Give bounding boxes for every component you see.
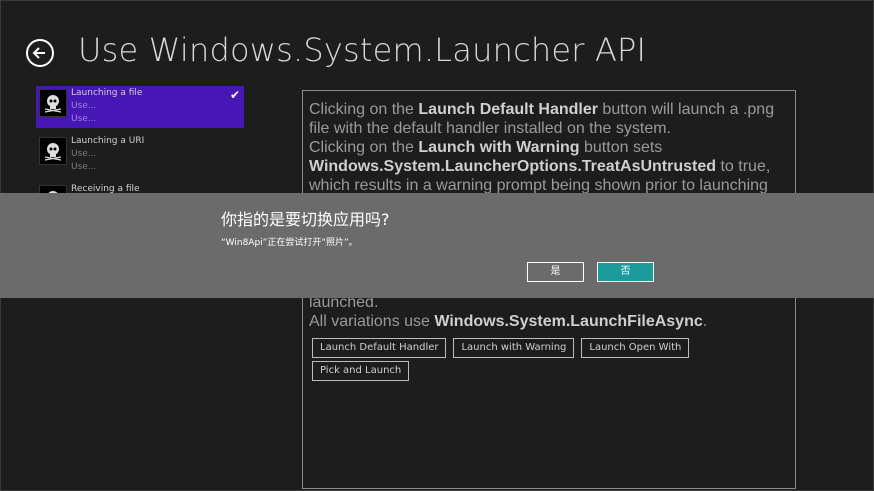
action-buttons: Launch Default Handler Launch with Warnin… — [312, 335, 795, 381]
dialog-title: 你指的是要切换应用吗? — [221, 210, 390, 229]
description-text-lower: launched. All variations use Windows.Sys… — [309, 294, 708, 330]
confirm-dialog: 你指的是要切换应用吗? “Win8Api”正在尝试打开“照片”。 是 否 — [0, 193, 874, 298]
yes-button[interactable]: 是 — [527, 262, 584, 282]
back-arrow-icon — [32, 47, 45, 59]
no-button[interactable]: 否 — [597, 262, 654, 282]
checkmark-icon: ✔ — [229, 88, 240, 102]
scenario-title: Launching a file — [71, 88, 143, 98]
scenario-subtitle: Use... — [71, 114, 97, 124]
scenario-subtitle: Use... — [71, 162, 97, 172]
launch-default-handler-button[interactable]: Launch Default Handler — [312, 338, 447, 358]
scenario-subtitle: Use... — [71, 149, 97, 159]
pick-and-launch-button[interactable]: Pick and Launch — [312, 361, 410, 381]
scenario-title: Launching a URI — [71, 136, 145, 146]
page-title: Use Windows.System.Launcher API — [78, 31, 647, 69]
description-text: Clicking on the Launch Default Handler b… — [309, 101, 775, 194]
scenario-item-launching-uri[interactable]: Launching a URI Use... Use... — [36, 134, 244, 176]
launch-with-warning-button[interactable]: Launch with Warning — [453, 338, 575, 358]
scenario-thumbnail — [39, 89, 67, 117]
launch-open-with-button[interactable]: Launch Open With — [581, 338, 690, 358]
skull-icon — [44, 143, 62, 161]
dialog-message: “Win8Api”正在尝试打开“照片”。 — [221, 238, 358, 248]
scenario-subtitle: Use... — [71, 101, 97, 111]
scenario-item-launching-file[interactable]: Launching a file Use... Use... ✔ — [36, 86, 244, 128]
scenario-thumbnail — [39, 137, 67, 165]
back-button[interactable] — [26, 39, 54, 67]
skull-icon — [44, 95, 62, 113]
